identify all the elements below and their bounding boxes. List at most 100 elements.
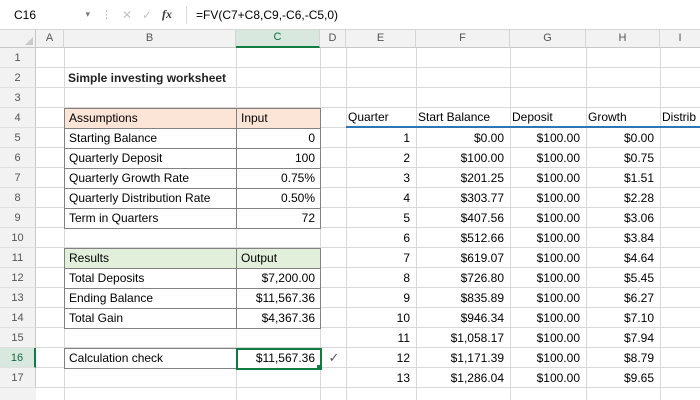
deposit-cell[interactable]: $100.00 — [510, 188, 586, 208]
column-header[interactable]: C — [236, 30, 320, 48]
result-value-cell[interactable]: $11,567.36 — [237, 289, 321, 309]
row-number[interactable]: 12 — [0, 268, 36, 288]
distribution-cell[interactable] — [660, 188, 700, 208]
assumption-value-cell[interactable]: 0.50% — [237, 189, 321, 209]
formula-input[interactable]: =FV(C7+C8,C9,-C6,-C5,0) — [196, 8, 338, 22]
row-number[interactable]: 8 — [0, 188, 36, 208]
deposit-cell[interactable]: $100.00 — [510, 248, 586, 268]
check-label-cell[interactable]: Calculation check — [65, 349, 237, 369]
growth-cell[interactable]: $1.51 — [586, 168, 660, 188]
quarter-cell[interactable]: 5 — [346, 208, 416, 228]
result-value-cell[interactable]: $4,367.36 — [237, 309, 321, 329]
quarter-cell[interactable]: 4 — [346, 188, 416, 208]
select-all-corner[interactable] — [0, 30, 36, 48]
quarter-cell[interactable]: 12 — [346, 348, 416, 368]
row-number[interactable]: 14 — [0, 308, 36, 328]
quarter-cell[interactable]: 11 — [346, 328, 416, 348]
quarter-cell[interactable]: 1 — [346, 128, 416, 148]
row-number[interactable]: 6 — [0, 148, 36, 168]
deposit-cell[interactable]: $100.00 — [510, 368, 586, 388]
deposit-cell[interactable]: $100.00 — [510, 328, 586, 348]
start-balance-header-cell[interactable]: Start Balance — [416, 108, 510, 128]
quarter-header-cell[interactable]: Quarter — [346, 108, 416, 128]
row-number[interactable]: 1 — [0, 48, 36, 68]
row-number[interactable]: 2 — [0, 68, 36, 88]
distribution-cell[interactable] — [660, 348, 700, 368]
growth-cell[interactable]: $3.84 — [586, 228, 660, 248]
check-mark-cell[interactable]: ✓ — [322, 348, 346, 368]
start-balance-cell[interactable]: $726.80 — [416, 268, 510, 288]
row-number[interactable]: 17 — [0, 368, 36, 388]
distribution-cell[interactable] — [660, 328, 700, 348]
distribution-cell[interactable] — [660, 128, 700, 148]
assumption-label-cell[interactable]: Starting Balance — [65, 129, 237, 149]
quarter-cell[interactable]: 9 — [346, 288, 416, 308]
result-value-cell[interactable]: $7,200.00 — [237, 269, 321, 289]
quarter-cell[interactable]: 3 — [346, 168, 416, 188]
start-balance-cell[interactable]: $1,058.17 — [416, 328, 510, 348]
distribution-cell[interactable] — [660, 148, 700, 168]
enter-icon[interactable]: ✓ — [137, 8, 157, 22]
distribution-cell[interactable] — [660, 208, 700, 228]
column-header[interactable]: F — [416, 30, 510, 48]
column-header[interactable]: D — [320, 30, 346, 48]
quarter-cell[interactable]: 7 — [346, 248, 416, 268]
growth-header-cell[interactable]: Growth — [586, 108, 660, 128]
growth-cell[interactable]: $3.06 — [586, 208, 660, 228]
quarter-cell[interactable]: 6 — [346, 228, 416, 248]
quarter-cell[interactable]: 2 — [346, 148, 416, 168]
growth-cell[interactable]: $0.00 — [586, 128, 660, 148]
distribution-cell[interactable] — [660, 248, 700, 268]
assumption-value-cell[interactable]: 0.75% — [237, 169, 321, 189]
growth-cell[interactable]: $7.10 — [586, 308, 660, 328]
quarter-cell[interactable]: 10 — [346, 308, 416, 328]
assumption-label-cell[interactable]: Quarterly Growth Rate — [65, 169, 237, 189]
growth-cell[interactable]: $6.27 — [586, 288, 660, 308]
column-header[interactable]: B — [64, 30, 236, 48]
row-number[interactable]: 16 — [0, 348, 36, 368]
row-number[interactable]: 9 — [0, 208, 36, 228]
deposit-cell[interactable]: $100.00 — [510, 348, 586, 368]
assumption-label-cell[interactable]: Quarterly Deposit — [65, 149, 237, 169]
start-balance-cell[interactable]: $512.66 — [416, 228, 510, 248]
row-number[interactable]: 10 — [0, 228, 36, 248]
results-header-cell[interactable]: Results — [65, 249, 237, 269]
row-number[interactable]: 5 — [0, 128, 36, 148]
assumption-value-cell[interactable]: 0 — [237, 129, 321, 149]
insert-function-icon[interactable]: fx — [157, 7, 177, 22]
input-header-cell[interactable]: Input — [237, 109, 321, 129]
assumption-label-cell[interactable]: Term in Quarters — [65, 209, 237, 229]
row-number[interactable]: 4 — [0, 108, 36, 128]
deposit-cell[interactable]: $100.00 — [510, 208, 586, 228]
growth-cell[interactable]: $7.94 — [586, 328, 660, 348]
start-balance-cell[interactable]: $946.34 — [416, 308, 510, 328]
deposit-cell[interactable]: $100.00 — [510, 288, 586, 308]
growth-cell[interactable]: $5.45 — [586, 268, 660, 288]
distribution-cell[interactable] — [660, 228, 700, 248]
row-number[interactable]: 11 — [0, 248, 36, 268]
cancel-icon[interactable]: ✕ — [117, 8, 137, 22]
deposit-cell[interactable]: $100.00 — [510, 148, 586, 168]
assumption-value-cell[interactable]: 72 — [237, 209, 321, 229]
row-number[interactable]: 3 — [0, 88, 36, 108]
growth-cell[interactable]: $9.65 — [586, 368, 660, 388]
row-number[interactable]: 13 — [0, 288, 36, 308]
start-balance-cell[interactable]: $1,171.39 — [416, 348, 510, 368]
name-box-dropdown-icon[interactable]: ▾ — [85, 9, 90, 20]
start-balance-cell[interactable]: $201.25 — [416, 168, 510, 188]
deposit-cell[interactable]: $100.00 — [510, 228, 586, 248]
result-label-cell[interactable]: Total Deposits — [65, 269, 237, 289]
start-balance-cell[interactable]: $835.89 — [416, 288, 510, 308]
selected-cell-c16[interactable]: $11,567.36 — [237, 349, 321, 369]
growth-cell[interactable]: $0.75 — [586, 148, 660, 168]
assumption-value-cell[interactable]: 100 — [237, 149, 321, 169]
quarter-cell[interactable]: 8 — [346, 268, 416, 288]
assumptions-header-cell[interactable]: Assumptions — [65, 109, 237, 129]
row-number[interactable]: 7 — [0, 168, 36, 188]
start-balance-cell[interactable]: $619.07 — [416, 248, 510, 268]
distribution-cell[interactable] — [660, 308, 700, 328]
assumption-label-cell[interactable]: Quarterly Distribution Rate — [65, 189, 237, 209]
start-balance-cell[interactable]: $0.00 — [416, 128, 510, 148]
deposit-cell[interactable]: $100.00 — [510, 308, 586, 328]
deposit-cell[interactable]: $100.00 — [510, 168, 586, 188]
